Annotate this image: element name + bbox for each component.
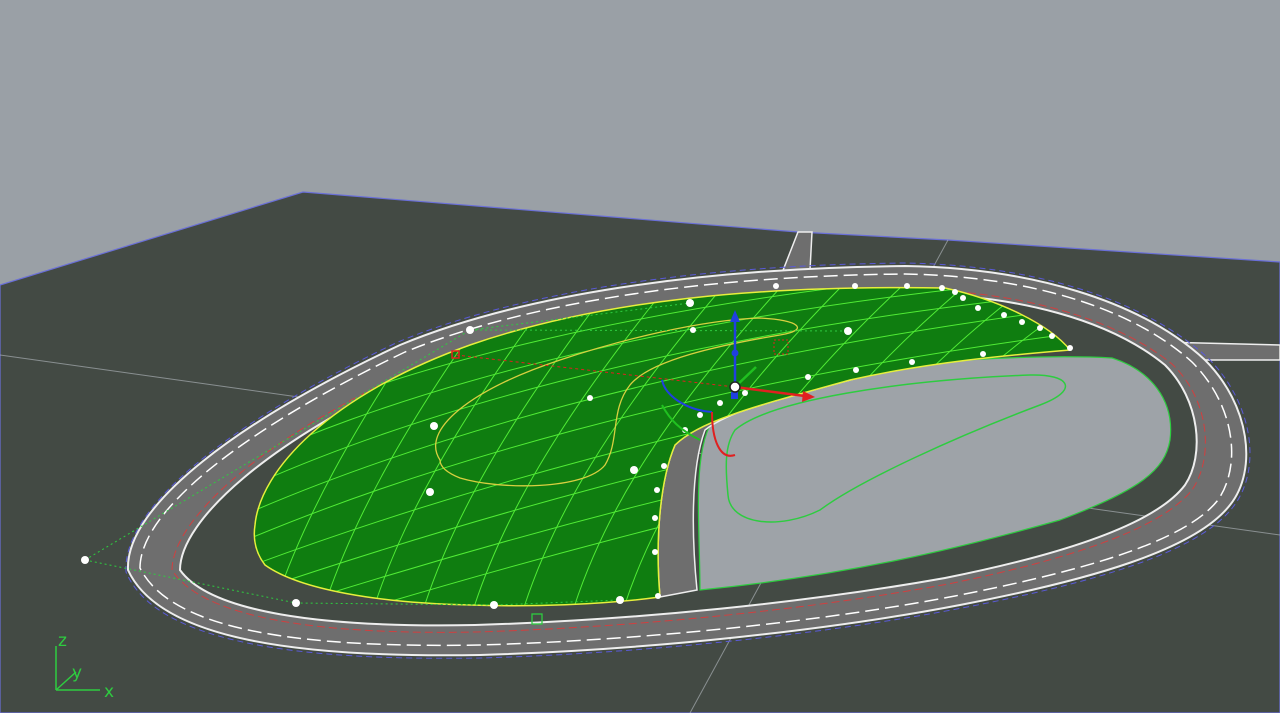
control-point[interactable] (686, 299, 694, 307)
control-point[interactable] (742, 390, 748, 396)
control-point[interactable] (1049, 333, 1055, 339)
control-point[interactable] (292, 599, 300, 607)
control-point[interactable] (652, 515, 658, 521)
axis-label-x: x (104, 682, 114, 702)
control-point[interactable] (1037, 325, 1043, 331)
control-point[interactable] (587, 395, 593, 401)
axis-label-z: z (58, 631, 67, 651)
gizmo-origin[interactable] (729, 381, 741, 393)
gizmo-scale-handle[interactable] (731, 392, 738, 399)
control-point[interactable] (1001, 312, 1007, 318)
control-point[interactable] (426, 488, 434, 496)
control-point[interactable] (952, 289, 958, 295)
control-point[interactable] (805, 374, 811, 380)
control-point[interactable] (980, 351, 986, 357)
control-point[interactable] (904, 283, 910, 289)
control-point[interactable] (909, 359, 915, 365)
control-point[interactable] (81, 556, 89, 564)
3d-viewport[interactable]: z y x (0, 0, 1280, 713)
control-point[interactable] (654, 487, 660, 493)
control-point[interactable] (430, 422, 438, 430)
viewport-scene[interactable]: z y x (0, 0, 1280, 713)
control-point[interactable] (717, 400, 723, 406)
control-point[interactable] (616, 596, 624, 604)
control-point[interactable] (960, 295, 966, 301)
control-point[interactable] (1019, 319, 1025, 325)
control-point[interactable] (466, 326, 474, 334)
control-point[interactable] (1067, 345, 1073, 351)
control-point[interactable] (773, 283, 779, 289)
axis-label-y: y (72, 663, 82, 683)
gizmo-z-handle[interactable] (731, 349, 739, 357)
control-point[interactable] (852, 283, 858, 289)
control-point[interactable] (844, 327, 852, 335)
control-point[interactable] (697, 412, 703, 418)
control-point[interactable] (655, 593, 661, 599)
control-point[interactable] (975, 305, 981, 311)
control-point[interactable] (630, 466, 638, 474)
control-point[interactable] (652, 549, 658, 555)
control-point[interactable] (661, 463, 667, 469)
control-point[interactable] (853, 367, 859, 373)
control-point[interactable] (490, 601, 498, 609)
control-point[interactable] (939, 285, 945, 291)
control-point[interactable] (690, 327, 696, 333)
